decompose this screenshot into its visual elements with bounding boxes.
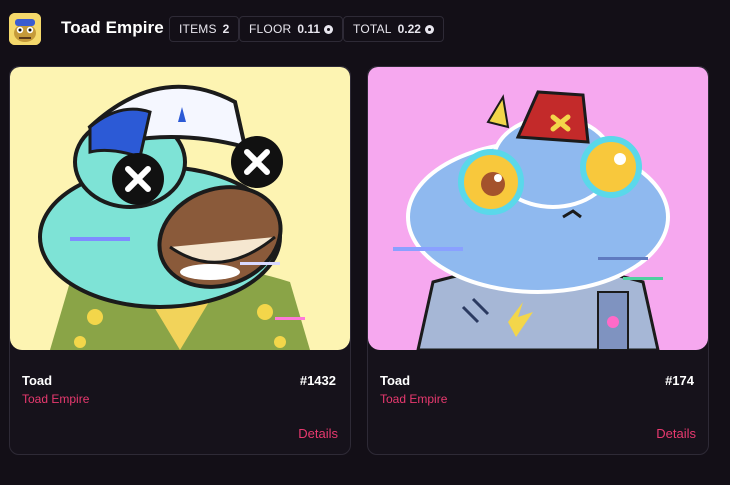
nft-image[interactable] [368, 67, 708, 350]
collection-title: Toad Empire [61, 18, 164, 37]
toad-174-artwork [368, 67, 708, 350]
details-link[interactable]: Details [656, 426, 696, 441]
total-label: TOTAL [353, 22, 392, 36]
toad-1432-artwork [10, 67, 350, 350]
collection-header: Toad Empire ITEMS 2 FLOOR 0.11 TOTAL 0.2… [0, 0, 730, 60]
nft-card[interactable]: Toad Toad Empire #1432 Details [9, 66, 351, 455]
nft-number: #174 [665, 373, 694, 388]
collection-avatar[interactable] [9, 13, 41, 45]
floor-label: FLOOR [249, 22, 292, 36]
nft-number: #1432 [299, 373, 336, 388]
items-value: 2 [222, 22, 230, 36]
total-stat: TOTAL 0.22 [343, 16, 444, 42]
coin-icon [424, 24, 434, 34]
nft-name: Toad [380, 373, 411, 388]
total-value: 0.22 [397, 22, 421, 36]
nft-image[interactable] [10, 67, 350, 350]
floor-value: 0.11 [297, 22, 321, 36]
nft-name: Toad [22, 373, 53, 388]
floor-stat: FLOOR 0.11 [239, 16, 344, 42]
nft-collection-link[interactable]: Toad Empire [22, 392, 89, 406]
coin-icon [324, 24, 334, 34]
nft-collection-link[interactable]: Toad Empire [380, 392, 447, 406]
toad-avatar-icon [9, 13, 41, 45]
nft-card[interactable]: Toad Toad Empire #174 Details [367, 66, 709, 455]
details-link[interactable]: Details [298, 426, 338, 441]
items-label: ITEMS [179, 22, 217, 36]
items-stat: ITEMS 2 [169, 16, 240, 42]
